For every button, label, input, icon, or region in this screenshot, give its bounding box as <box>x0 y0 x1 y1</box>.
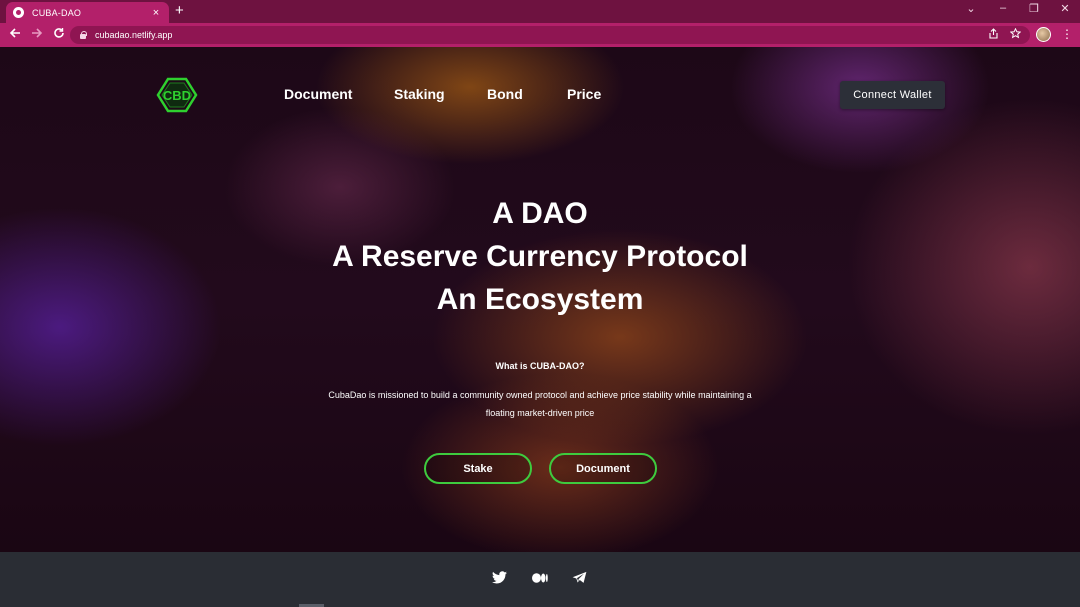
nav-staking[interactable]: Staking <box>394 86 445 102</box>
nav-document[interactable]: Document <box>284 86 352 102</box>
page-hero: CBD Document Staking Bond Price Connect … <box>0 47 1080 552</box>
lock-icon[interactable] <box>80 30 87 39</box>
medium-icon[interactable] <box>532 571 548 585</box>
stake-button[interactable]: Stake <box>424 453 532 484</box>
twitter-icon[interactable] <box>492 571 508 585</box>
profile-avatar[interactable] <box>1036 27 1051 42</box>
tab-title: CUBA-DAO <box>32 7 82 18</box>
browser-tab-strip: CUBA-DAO × + ⌄ – ❐ ✕ <box>0 0 1080 23</box>
minimize-button[interactable]: – <box>993 2 1013 14</box>
hero-title-line-2: A Reserve Currency Protocol <box>332 240 748 273</box>
document-button[interactable]: Document <box>549 453 657 484</box>
tab-search-icon[interactable]: ⌄ <box>961 2 981 15</box>
hero-title-line-3: An Ecosystem <box>436 283 644 316</box>
star-icon[interactable] <box>1009 27 1022 42</box>
more-menu-icon[interactable]: ⋮ <box>1061 27 1073 41</box>
restore-button[interactable]: ❐ <box>1024 2 1044 15</box>
browser-toolbar: cubadao.netlify.app ⋮ <box>0 23 1080 47</box>
hero-description: CubaDao is missioned to build a communit… <box>328 390 752 418</box>
browser-tab[interactable]: CUBA-DAO × <box>6 2 169 23</box>
forward-arrow-icon[interactable] <box>29 27 45 42</box>
globe-favicon-icon <box>13 7 24 18</box>
logo-text: CBD <box>163 88 191 103</box>
hero-title-line-1: A DAO <box>492 197 588 230</box>
share-icon[interactable] <box>988 28 999 42</box>
footer <box>0 552 1080 607</box>
connect-wallet-button[interactable]: Connect Wallet <box>840 81 945 109</box>
telegram-icon[interactable] <box>572 571 588 585</box>
close-window-button[interactable]: ✕ <box>1055 2 1075 15</box>
back-arrow-icon[interactable] <box>7 27 23 42</box>
url-text[interactable]: cubadao.netlify.app <box>95 30 172 40</box>
hero-subheading: What is CUBA-DAO? <box>495 361 585 371</box>
address-bar[interactable]: cubadao.netlify.app <box>70 26 1030 44</box>
tab-close-icon[interactable]: × <box>150 7 162 19</box>
new-tab-button[interactable]: + <box>175 3 184 19</box>
nav-bond[interactable]: Bond <box>487 86 523 102</box>
nav-price[interactable]: Price <box>567 86 601 102</box>
cubadao-logo[interactable]: CBD <box>156 77 198 113</box>
reload-icon[interactable] <box>51 27 67 42</box>
